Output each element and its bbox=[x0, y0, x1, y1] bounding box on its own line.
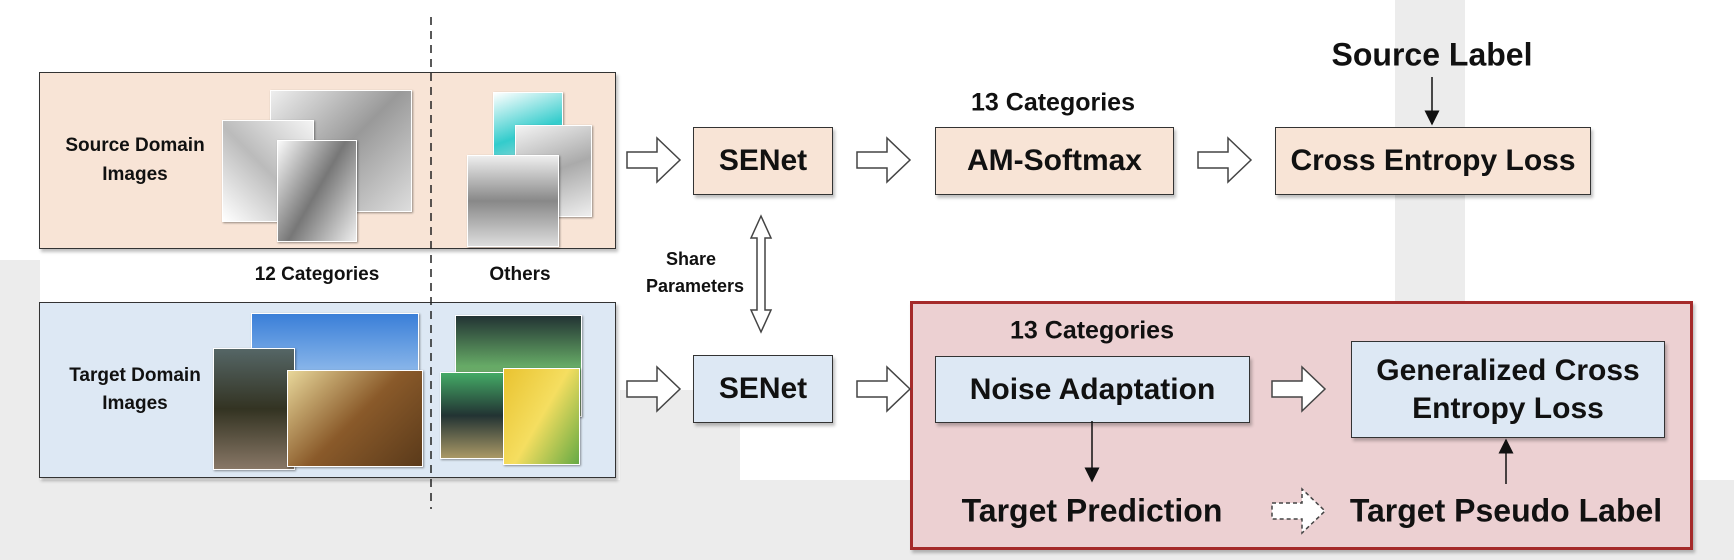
arrow-amsoftmax-to-loss bbox=[1197, 136, 1253, 184]
arrow-noise-to-gce bbox=[1271, 365, 1327, 413]
arrow-prediction-to-pseudo bbox=[1271, 487, 1327, 535]
arrow-senet-to-noise bbox=[856, 365, 912, 413]
share-parameters-double-arrow bbox=[749, 214, 773, 334]
arrow-target-to-senet bbox=[626, 365, 682, 413]
connectors bbox=[430, 17, 1514, 535]
arrow-senet-to-amsoftmax bbox=[856, 136, 912, 184]
arrow-source-to-senet bbox=[626, 136, 682, 184]
